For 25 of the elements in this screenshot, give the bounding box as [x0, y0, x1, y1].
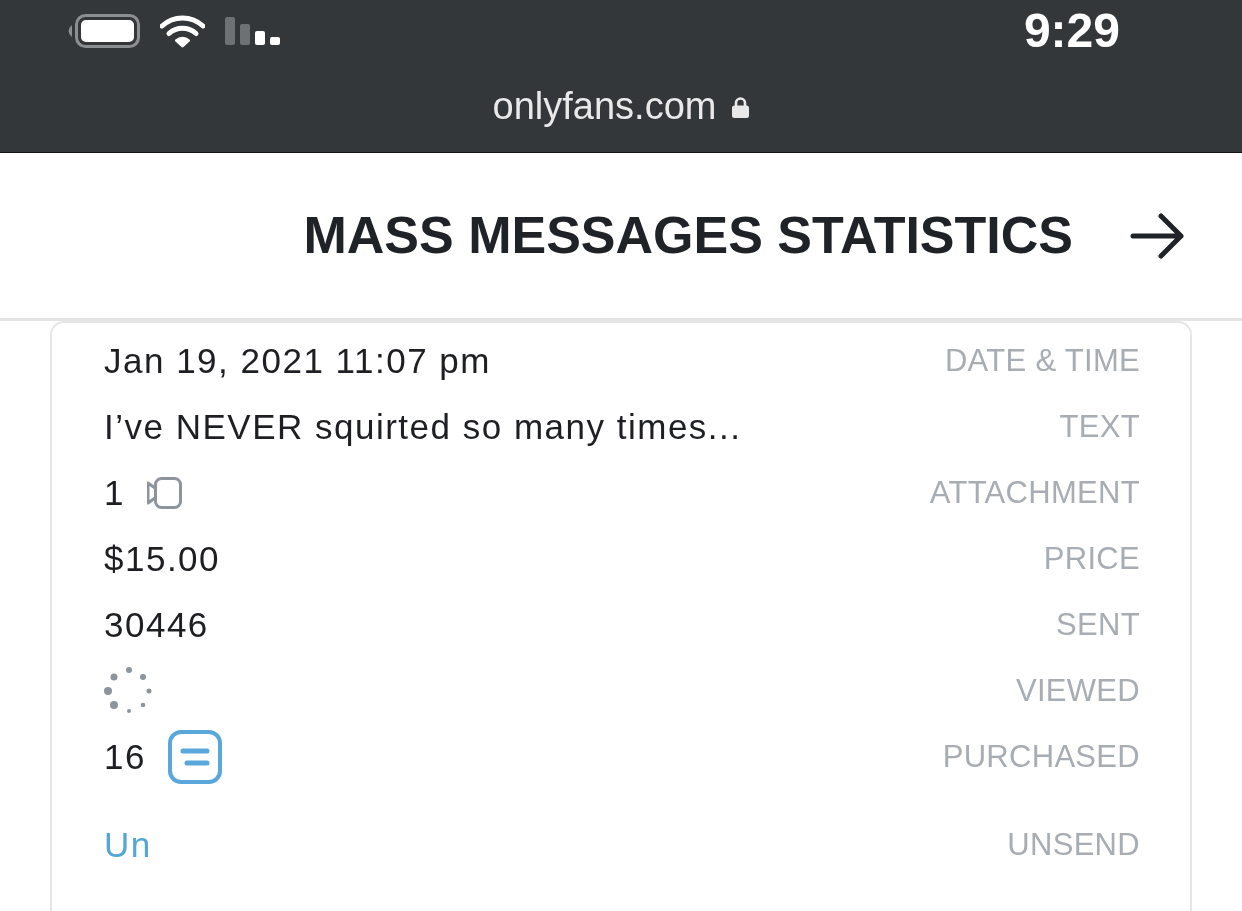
stat-value: 30446 [104, 604, 209, 646]
stat-label: ATTACHMENT [929, 474, 1140, 512]
stat-value: $15.00 [104, 538, 221, 580]
back-button[interactable] [1130, 212, 1184, 259]
stat-label: PRICE [1043, 540, 1140, 578]
stat-label: TEXT [1059, 408, 1140, 446]
stat-value: I’ve NEVER squirted so many times... [104, 406, 742, 448]
document-icon [167, 730, 222, 784]
stat-value: Jan 19, 2021 11:07 pm [104, 340, 491, 382]
stat-label: UNSEND [1007, 826, 1140, 864]
attachment-count: 1 [104, 472, 125, 514]
stat-label: PURCHASED [942, 738, 1140, 776]
signal-icon [225, 17, 280, 45]
clock-time: 9:29 [1023, 7, 1120, 55]
video-camera-icon [146, 477, 182, 509]
purchase-count: 16 [104, 736, 146, 778]
wifi-icon [160, 14, 205, 48]
lock-icon [732, 96, 750, 118]
arrow-icon [1130, 212, 1184, 259]
loading-spinner-icon [104, 666, 154, 716]
url-text[interactable]: onlyfans.com [492, 86, 717, 128]
stat-label: VIEWED [1015, 672, 1140, 710]
stat-label: DATE & TIME [944, 342, 1140, 380]
stat-label: SENT [1056, 606, 1140, 644]
page-title: MASS MESSAGES STATISTICS [303, 206, 1073, 265]
